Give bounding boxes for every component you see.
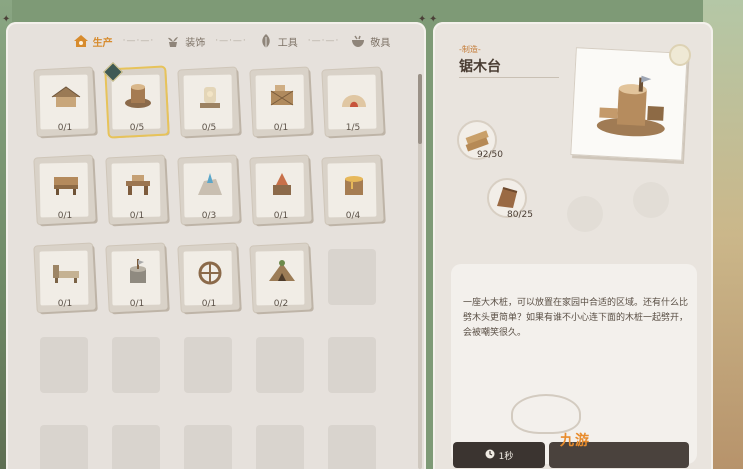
- recipe-card-wood-workbench[interactable]: 0/1: [106, 155, 168, 225]
- empty-recipe-slot: [36, 421, 94, 469]
- tab-tools[interactable]: 工具: [257, 32, 298, 50]
- recipe-count: 0/5: [201, 123, 217, 133]
- recipe-grid: 0/1 0/5 0/5 0/1 1/5 0/1 0/1 0/3 0/1 0/4 …: [34, 62, 416, 469]
- stone-bed-icon: [53, 265, 79, 283]
- material-amount: 80/25: [507, 210, 533, 220]
- bowl-icon: [349, 32, 367, 50]
- empty-material-slot: [633, 182, 669, 218]
- recipe-card-wooden-crate[interactable]: 0/1: [250, 67, 312, 137]
- craft-time: 1秒: [453, 442, 545, 468]
- empty-recipe-slot: [324, 245, 382, 311]
- empty-recipe-slot: [108, 421, 166, 469]
- recipe-card-axe-stump[interactable]: 0/1: [106, 243, 168, 313]
- empty-recipe-slot: [180, 333, 238, 399]
- category-tabs: 生产 ·—·—· 装饰 ·—·—· 工具 ·—·—· 敬具: [6, 22, 426, 60]
- recipe-card-stone-lantern[interactable]: 0/5: [178, 67, 240, 137]
- watermark-text: 九游: [560, 433, 590, 449]
- clay-oven-icon: [342, 95, 366, 107]
- clock-icon: [485, 449, 495, 462]
- recipe-count: 0/3: [201, 211, 217, 221]
- anvil-stump-icon: [273, 173, 291, 195]
- recipe-card-stone-bed[interactable]: 0/1: [34, 243, 96, 313]
- wood-workbench-icon: [126, 175, 150, 195]
- recipe-card-stump-table[interactable]: 0/5: [103, 62, 168, 137]
- recipe-count: 0/4: [345, 211, 361, 221]
- home-icon: [72, 32, 90, 50]
- tab-separator: ·—·—·: [307, 36, 340, 46]
- thatched-shelter-icon: [51, 86, 81, 107]
- recipe-count: 0/1: [57, 299, 73, 309]
- recipe-category: -制造-: [459, 45, 481, 54]
- tent-hut-icon: [269, 260, 295, 281]
- wooden-bench-icon: [54, 177, 78, 195]
- recipe-card-thatched-shelter[interactable]: 0/1: [34, 67, 96, 137]
- sawhorse-stump-image: [596, 75, 665, 137]
- tab-separator: ·—·—·: [122, 36, 155, 46]
- title-divider: [459, 77, 559, 78]
- empty-recipe-slot: [36, 333, 94, 399]
- empty-recipe-slot: [324, 421, 382, 469]
- empty-recipe-slot: [252, 333, 310, 399]
- tab-tools-label: 工具: [277, 37, 298, 49]
- item-title: 锯木台: [459, 59, 501, 75]
- recipe-card-cart-wheel[interactable]: 0/1: [178, 243, 240, 313]
- recipe-card-tent-hut[interactable]: 0/2: [250, 243, 312, 313]
- tab-decoration[interactable]: 装饰: [164, 32, 205, 50]
- leaf-icon: [257, 32, 275, 50]
- recipe-count: 0/1: [129, 299, 145, 309]
- recipe-count: 0/1: [273, 123, 289, 133]
- crystal-rock-icon: [198, 173, 222, 195]
- recipe-count: 0/5: [129, 123, 145, 133]
- tab-utensils-label: 敬具: [370, 37, 391, 49]
- recipe-card-clay-oven[interactable]: 1/5: [322, 67, 384, 137]
- empty-recipe-slot: [324, 333, 382, 399]
- empty-material-slot: [567, 196, 603, 232]
- material-amount: 92/50: [477, 150, 503, 160]
- recipe-card-wooden-bench[interactable]: 0/1: [34, 155, 96, 225]
- tab-separator: ·—·—·: [215, 36, 247, 46]
- cart-wheel-icon: [198, 261, 222, 285]
- recipe-scrollbar[interactable]: [418, 74, 422, 469]
- pin-icon: [669, 44, 691, 66]
- plant-icon: [164, 32, 182, 50]
- corner-star-icon: ✦: [429, 14, 438, 25]
- recipe-count: 0/1: [129, 211, 145, 221]
- recipe-card-honey-stump[interactable]: 0/4: [322, 155, 384, 225]
- scrollbar-thumb[interactable]: [418, 74, 422, 144]
- item-description: 一座大木桩，可以放置在家园中合适的区域。还有什么比劈木头更简单？如果有谁不小心连…: [463, 298, 689, 338]
- empty-recipe-slot: [252, 421, 310, 469]
- watermark-bubble: [511, 394, 581, 434]
- recipe-count: 1/5: [345, 123, 361, 133]
- recipe-count: 0/1: [57, 211, 73, 221]
- axe-stump-icon: [130, 259, 146, 283]
- recipe-count: 0/1: [201, 299, 217, 309]
- craft-time-value: 1秒: [498, 451, 514, 462]
- empty-recipe-slot: [180, 421, 238, 469]
- recipe-detail-panel: ✦ -制造- 锯木台 92/50 80/25 一座大木桩，可以放置在家园中合适的…: [429, 14, 713, 469]
- tab-decoration-label: 装饰: [185, 37, 206, 49]
- honey-stump-icon: [345, 176, 363, 195]
- tab-production[interactable]: 生产: [72, 32, 113, 50]
- recipe-list-panel: ✦ ✦ 生产 ·—·—· 装饰 ·—·—· 工具 ·—·—· 敬具 0/1 0/…: [2, 14, 426, 469]
- recipe-count: 0/1: [57, 123, 73, 133]
- empty-recipe-slot: [108, 333, 166, 399]
- stump-table-icon: [125, 84, 151, 108]
- wooden-crate-icon: [270, 85, 294, 106]
- stone-lantern-icon: [200, 87, 220, 108]
- recipe-count: 0/2: [273, 299, 289, 309]
- recipe-card-crystal-rock[interactable]: 0/3: [178, 155, 240, 225]
- tab-utensils[interactable]: 敬具: [349, 32, 390, 50]
- recipe-count: 0/1: [273, 211, 289, 221]
- tab-production-label: 生产: [92, 37, 113, 49]
- recipe-card-anvil-stump[interactable]: 0/1: [250, 155, 312, 225]
- item-preview: [570, 47, 688, 161]
